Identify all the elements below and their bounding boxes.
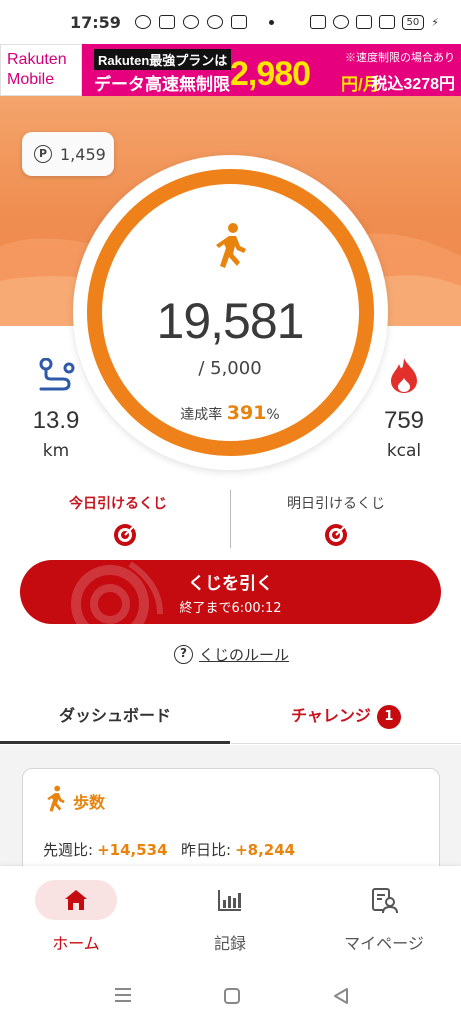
tomorrow-lottery-target-icon xyxy=(325,524,347,546)
bar-chart-icon xyxy=(218,890,241,911)
logo-line2: Mobile xyxy=(7,71,55,88)
status-bar: 17:59 50 ⚡ xyxy=(0,0,461,44)
distance-route-icon xyxy=(39,358,75,391)
news-icon xyxy=(230,15,247,29)
tab-challenge[interactable]: チャレンジ 1 xyxy=(231,690,461,744)
daily-value: +8,244 xyxy=(235,841,296,859)
today-lottery-label: 今日引けるくじ xyxy=(69,496,167,512)
recent-apps-icon[interactable] xyxy=(113,987,133,1003)
tab-challenge-label: チャレンジ xyxy=(291,706,371,725)
distance-unit: km xyxy=(42,441,70,461)
walking-icon xyxy=(216,223,246,268)
steps-card[interactable]: 歩数 先週比: +14,534 昨日比: +8,244 xyxy=(22,768,440,878)
weekly-value: +14,534 xyxy=(97,841,168,859)
tab-dashboard[interactable]: ダッシュボード xyxy=(0,690,230,744)
system-navigation xyxy=(0,966,461,1024)
steps-count: 19,581 xyxy=(156,293,305,349)
calories-unit: kcal xyxy=(386,441,422,461)
tomorrow-lottery: 明日引けるくじ xyxy=(236,493,436,513)
help-icon: ? xyxy=(174,645,193,664)
alarm-icon xyxy=(332,15,349,29)
rate-unit: % xyxy=(266,407,280,423)
home-icon xyxy=(65,890,87,910)
nav-home-label: ホーム xyxy=(52,934,100,953)
profile-card-icon xyxy=(372,888,398,914)
ad-note: ※速度制限の場合あり xyxy=(345,52,455,64)
steps-card-title: 歩数 xyxy=(73,793,106,812)
nav-mypage[interactable]: マイページ xyxy=(324,880,444,954)
rate-label: 達成率 xyxy=(180,407,223,423)
nav-mypage-pill xyxy=(343,880,425,920)
draw-countdown: 終了まで6:00:12 xyxy=(179,601,282,616)
nav-records-label: 記録 xyxy=(213,934,246,953)
home-button-icon[interactable] xyxy=(223,987,241,1005)
more-notifications-icon xyxy=(268,19,274,25)
daily-comparison: 昨日比: +8,244 xyxy=(181,839,295,860)
tomorrow-lottery-label: 明日引けるくじ xyxy=(287,496,385,512)
flame-icon xyxy=(391,358,417,393)
distance-stat: 13.9 km xyxy=(26,407,86,461)
draw-lottery-button[interactable]: くじを引く 終了まで6:00:12 xyxy=(20,560,441,624)
today-lottery-target-icon xyxy=(114,524,136,546)
ad-main: Rakuten最強プランは データ高速無制限 2,980 円/月 ※速度制限の場… xyxy=(82,44,461,96)
charging-icon: ⚡ xyxy=(431,15,439,29)
rate-value: 391 xyxy=(226,402,267,424)
calories-value: 759 xyxy=(383,407,425,434)
today-lottery: 今日引けるくじ xyxy=(18,493,218,513)
logo-line1: Rakuten xyxy=(7,51,67,68)
point-icon: P xyxy=(34,145,52,163)
back-icon[interactable] xyxy=(331,986,351,1006)
weekly-label: 先週比: xyxy=(43,841,94,859)
points-value: 1,459 xyxy=(60,144,106,164)
status-time: 17:59 xyxy=(70,12,121,32)
achievement-rate: 達成率 391% xyxy=(130,402,330,424)
lottery-rules-link[interactable]: ? くじのルール xyxy=(174,644,289,665)
ad-headline: データ高速無制限 xyxy=(94,75,230,94)
challenge-badge: 1 xyxy=(376,704,401,729)
distance-value: 13.9 xyxy=(32,407,80,434)
calories-stat: 759 kcal xyxy=(374,407,434,461)
nav-home-pill xyxy=(35,880,117,920)
line-icon xyxy=(182,15,199,29)
steps-goal: / 5,000 xyxy=(198,358,262,379)
notification-icons xyxy=(134,15,274,29)
nfc-icon xyxy=(309,15,326,29)
yahoo-icon xyxy=(158,15,175,29)
notification-app-icon xyxy=(134,15,151,29)
ad-price: 2,980 xyxy=(230,55,311,93)
nav-home[interactable]: ホーム xyxy=(16,880,136,954)
points-chip[interactable]: P 1,459 xyxy=(22,132,114,176)
steps-card-walking-icon xyxy=(47,785,65,812)
volte-icon xyxy=(355,15,372,29)
draw-button-label: くじを引く xyxy=(188,574,273,594)
bottom-navigation: ホーム 記録 マイページ xyxy=(0,866,461,966)
daily-label: 昨日比: xyxy=(181,841,232,859)
eye-icon xyxy=(206,15,223,29)
ad-tax-price: 税込3278円 xyxy=(371,76,455,93)
ad-banner[interactable]: Rakuten Mobile Rakuten最強プランは データ高速無制限 2,… xyxy=(0,44,461,96)
system-status-icons: 50 ⚡ xyxy=(309,14,439,30)
weekly-comparison: 先週比: +14,534 xyxy=(43,839,168,860)
nav-records-pill xyxy=(189,880,271,920)
lottery-divider xyxy=(230,490,231,548)
nav-mypage-label: マイページ xyxy=(344,934,424,953)
rakuten-mobile-logo: Rakuten Mobile xyxy=(0,44,82,96)
nav-records[interactable]: 記録 xyxy=(170,880,290,954)
ad-brand-line: Rakuten最強プランは xyxy=(94,49,232,70)
signal-icon xyxy=(378,15,395,29)
battery-icon: 50 xyxy=(401,14,425,30)
rules-link-text: くじのルール xyxy=(199,646,290,664)
